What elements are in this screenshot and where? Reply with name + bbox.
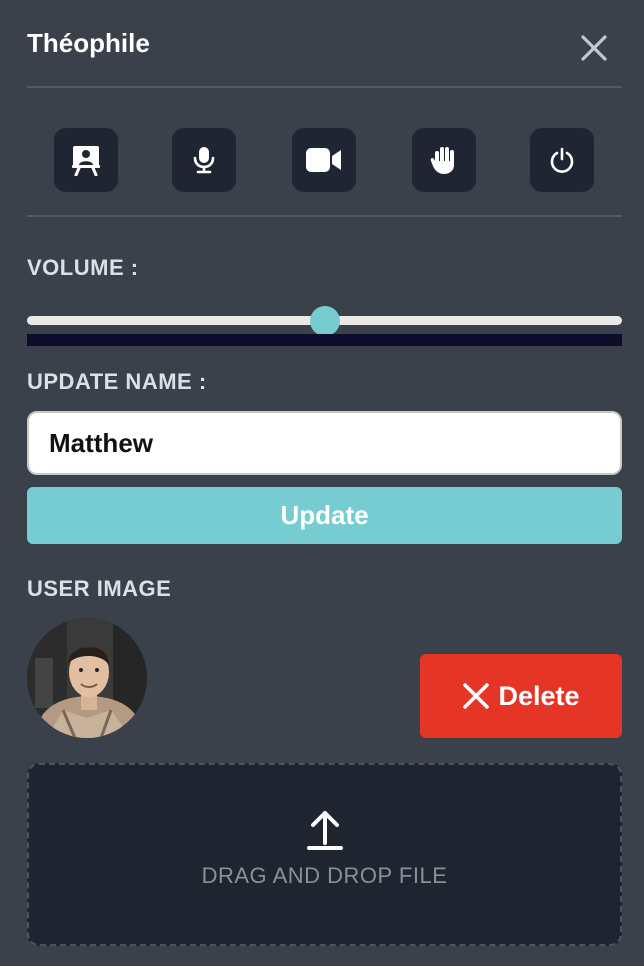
presenter-board-icon <box>72 146 100 176</box>
video-camera-icon <box>306 148 341 172</box>
volume-level-bar <box>27 334 622 346</box>
avatar-photo <box>27 618 147 738</box>
upload-icon <box>307 811 343 850</box>
update-button[interactable]: Update <box>27 487 622 544</box>
user-image-label: USER IMAGE <box>27 576 172 601</box>
volume-slider-thumb[interactable] <box>310 306 340 336</box>
header-divider <box>27 86 622 88</box>
delete-label: Delete <box>498 680 580 711</box>
user-avatar <box>27 618 147 738</box>
toolbar-divider <box>27 215 622 217</box>
close-button[interactable] <box>580 34 608 62</box>
camera-button[interactable] <box>292 128 356 192</box>
close-icon <box>463 683 490 709</box>
power-button[interactable] <box>530 128 594 192</box>
delete-image-button[interactable]: Delete <box>420 654 622 738</box>
microphone-button[interactable] <box>172 128 236 192</box>
update-name-label: UPDATE NAME : <box>27 369 207 394</box>
panel-header: Théophile <box>27 24 622 68</box>
hand-icon <box>430 147 454 174</box>
raise-hand-button[interactable] <box>412 128 476 192</box>
power-icon <box>550 147 574 173</box>
presentation-button[interactable] <box>54 128 118 192</box>
name-input[interactable] <box>27 411 622 475</box>
close-icon <box>581 35 607 61</box>
participant-name-title: Théophile <box>27 28 150 58</box>
dropzone-text: DRAG AND DROP FILE <box>201 863 448 888</box>
control-toolbar <box>54 128 594 192</box>
file-dropzone[interactable]: DRAG AND DROP FILE <box>27 763 622 946</box>
microphone-icon <box>193 147 215 174</box>
volume-label: VOLUME : <box>27 255 139 280</box>
